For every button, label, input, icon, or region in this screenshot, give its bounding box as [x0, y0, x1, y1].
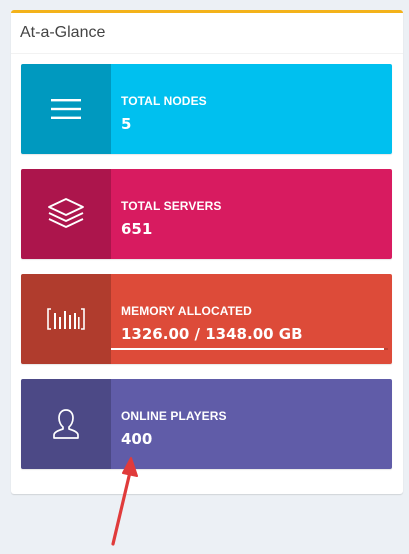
total-servers-content: TOTAL SERVERS 651: [121, 169, 392, 259]
bars-icon: [21, 64, 111, 154]
user-icon: [21, 379, 111, 469]
total-servers-label: TOTAL SERVERS: [121, 199, 222, 213]
memory-allocated-value: 1326.00 / 1348.00 GB: [121, 325, 303, 343]
memory-progress-fill: [111, 348, 384, 350]
memory-icon: [21, 274, 111, 364]
memory-progress-bar: [111, 348, 388, 350]
memory-allocated-content: MEMORY ALLOCATED 1326.00 / 1348.00 GB: [121, 274, 392, 364]
online-players-box[interactable]: ONLINE PLAYERS 400: [21, 379, 392, 469]
panel-title: At-a-Glance: [11, 13, 403, 54]
total-servers-box[interactable]: TOTAL SERVERS 651: [21, 169, 392, 259]
at-a-glance-panel: At-a-Glance TOTAL NODES 5 TOTAL SERVERS …: [11, 10, 403, 494]
total-nodes-label: TOTAL NODES: [121, 94, 207, 108]
memory-allocated-label: MEMORY ALLOCATED: [121, 304, 252, 318]
total-nodes-value: 5: [121, 115, 132, 133]
online-players-value: 400: [121, 430, 153, 448]
layers-icon: [21, 169, 111, 259]
total-nodes-content: TOTAL NODES 5: [121, 64, 392, 154]
total-servers-value: 651: [121, 220, 153, 238]
online-players-label: ONLINE PLAYERS: [121, 409, 227, 423]
total-nodes-box[interactable]: TOTAL NODES 5: [21, 64, 392, 154]
online-players-content: ONLINE PLAYERS 400: [121, 379, 392, 469]
memory-allocated-box[interactable]: MEMORY ALLOCATED 1326.00 / 1348.00 GB: [21, 274, 392, 364]
